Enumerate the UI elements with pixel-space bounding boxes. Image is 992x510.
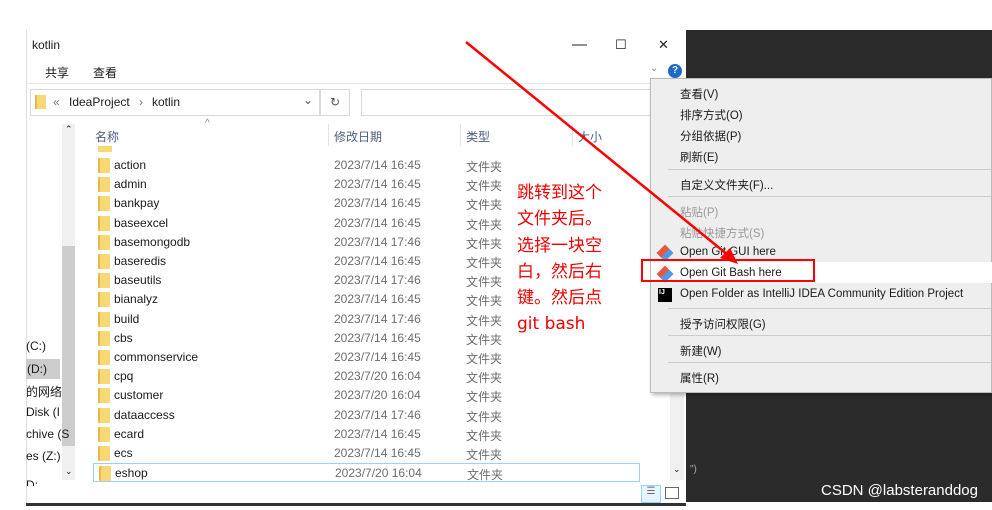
csdn-watermark: CSDN @labsteranddog <box>821 482 978 499</box>
arrow-line <box>465 41 729 256</box>
annotation-arrow <box>465 41 738 264</box>
